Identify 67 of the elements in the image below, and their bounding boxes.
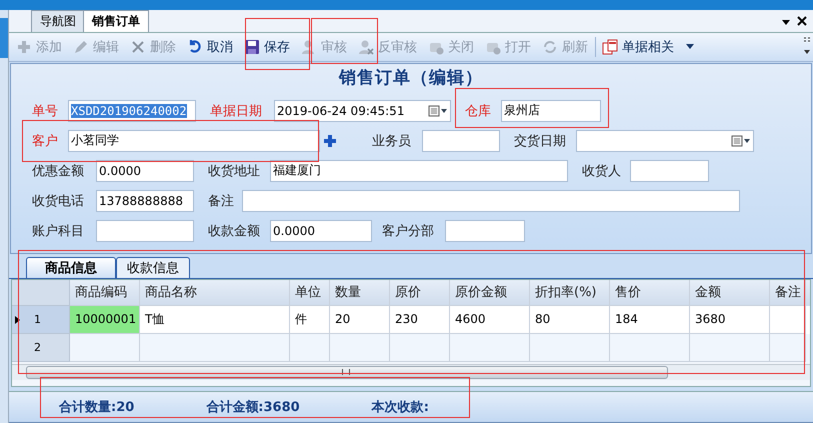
field-label: 单号 bbox=[32, 102, 59, 120]
input-field[interactable]: 2019-06-24 09:45:51 bbox=[274, 100, 451, 122]
calendar-icon[interactable] bbox=[731, 134, 751, 147]
toolbar-button[interactable]: 取消 bbox=[182, 34, 239, 60]
row-pointer-icon bbox=[15, 316, 20, 324]
input-field[interactable]: 福建厦门 bbox=[270, 160, 568, 182]
header-corner bbox=[12, 280, 70, 306]
input-field[interactable] bbox=[96, 220, 194, 242]
annotation-frame bbox=[245, 18, 310, 70]
total-text: 合计数量:20 bbox=[59, 399, 134, 416]
field-label: 仓库 bbox=[465, 102, 492, 120]
annotation-frame bbox=[311, 18, 378, 64]
calendar-icon[interactable] bbox=[428, 104, 448, 117]
field-label: 优惠金额 bbox=[32, 162, 85, 180]
table-cell bbox=[390, 334, 450, 362]
pencil-icon bbox=[73, 38, 89, 55]
plus-icon bbox=[16, 38, 32, 55]
field-label: 客户 bbox=[32, 132, 59, 150]
refresh-icon bbox=[542, 38, 558, 55]
row-header[interactable]: 2 bbox=[12, 334, 70, 362]
field-label: 业务员 bbox=[372, 132, 412, 150]
input-field[interactable]: 小茗同学 bbox=[68, 130, 320, 152]
field-label: 单据日期 bbox=[210, 102, 263, 120]
field-label: 收款金额 bbox=[208, 222, 261, 240]
field-label: 客户分部 bbox=[382, 222, 435, 240]
table-cell bbox=[70, 334, 140, 362]
document-tab[interactable]: 销售订单 bbox=[83, 10, 149, 32]
save-icon bbox=[244, 38, 260, 55]
documents-icon bbox=[602, 38, 618, 55]
field-label: 收货人 bbox=[582, 162, 622, 180]
detail-tab[interactable]: 商品信息 bbox=[26, 256, 116, 278]
input-field[interactable]: 0.0000 bbox=[96, 160, 194, 182]
field-label: 交货日期 bbox=[514, 132, 567, 150]
input-field[interactable]: XSDD201906240002 bbox=[68, 100, 196, 122]
toolbar-button[interactable]: 单据相关 bbox=[597, 34, 700, 60]
person-icon bbox=[301, 38, 317, 55]
input-field[interactable]: 13788888888 bbox=[96, 190, 194, 212]
input-field[interactable]: 0.0000 bbox=[270, 220, 372, 242]
add-icon[interactable] bbox=[324, 134, 336, 147]
input-field[interactable] bbox=[422, 130, 500, 152]
input-field[interactable] bbox=[242, 190, 740, 212]
table-cell bbox=[770, 334, 806, 362]
person-x-icon bbox=[358, 38, 374, 55]
table-cell bbox=[330, 334, 390, 362]
total-text: 本次收款: bbox=[372, 399, 429, 416]
field-label: 收货地址 bbox=[208, 162, 261, 180]
table-cell: 10000001 bbox=[70, 306, 140, 334]
field-label: 收货电话 bbox=[32, 192, 85, 210]
toolbar-button[interactable]: 保存 bbox=[239, 34, 296, 60]
input-field[interactable] bbox=[445, 220, 525, 242]
document-tab[interactable]: 导航图 bbox=[31, 10, 85, 32]
caret-icon bbox=[686, 44, 694, 50]
input-field[interactable]: 泉州店 bbox=[501, 100, 601, 122]
field-label: 备注 bbox=[208, 192, 235, 210]
total-text: 合计金额:3680 bbox=[206, 398, 300, 416]
form-title: 销售订单（编辑） bbox=[338, 66, 484, 90]
horizontal-scrollbar[interactable] bbox=[12, 364, 810, 380]
dropdown-icon[interactable] bbox=[781, 18, 791, 26]
close-icon[interactable] bbox=[797, 16, 807, 26]
input-field[interactable] bbox=[630, 160, 709, 182]
detail-tab[interactable]: 收款信息 bbox=[116, 256, 190, 278]
input-field[interactable] bbox=[576, 130, 754, 152]
field-label: 账户科目 bbox=[32, 222, 85, 240]
row-header[interactable]: 1 bbox=[12, 306, 70, 334]
table-cell bbox=[290, 334, 330, 362]
undo-icon bbox=[187, 38, 203, 55]
x-icon bbox=[130, 38, 146, 55]
